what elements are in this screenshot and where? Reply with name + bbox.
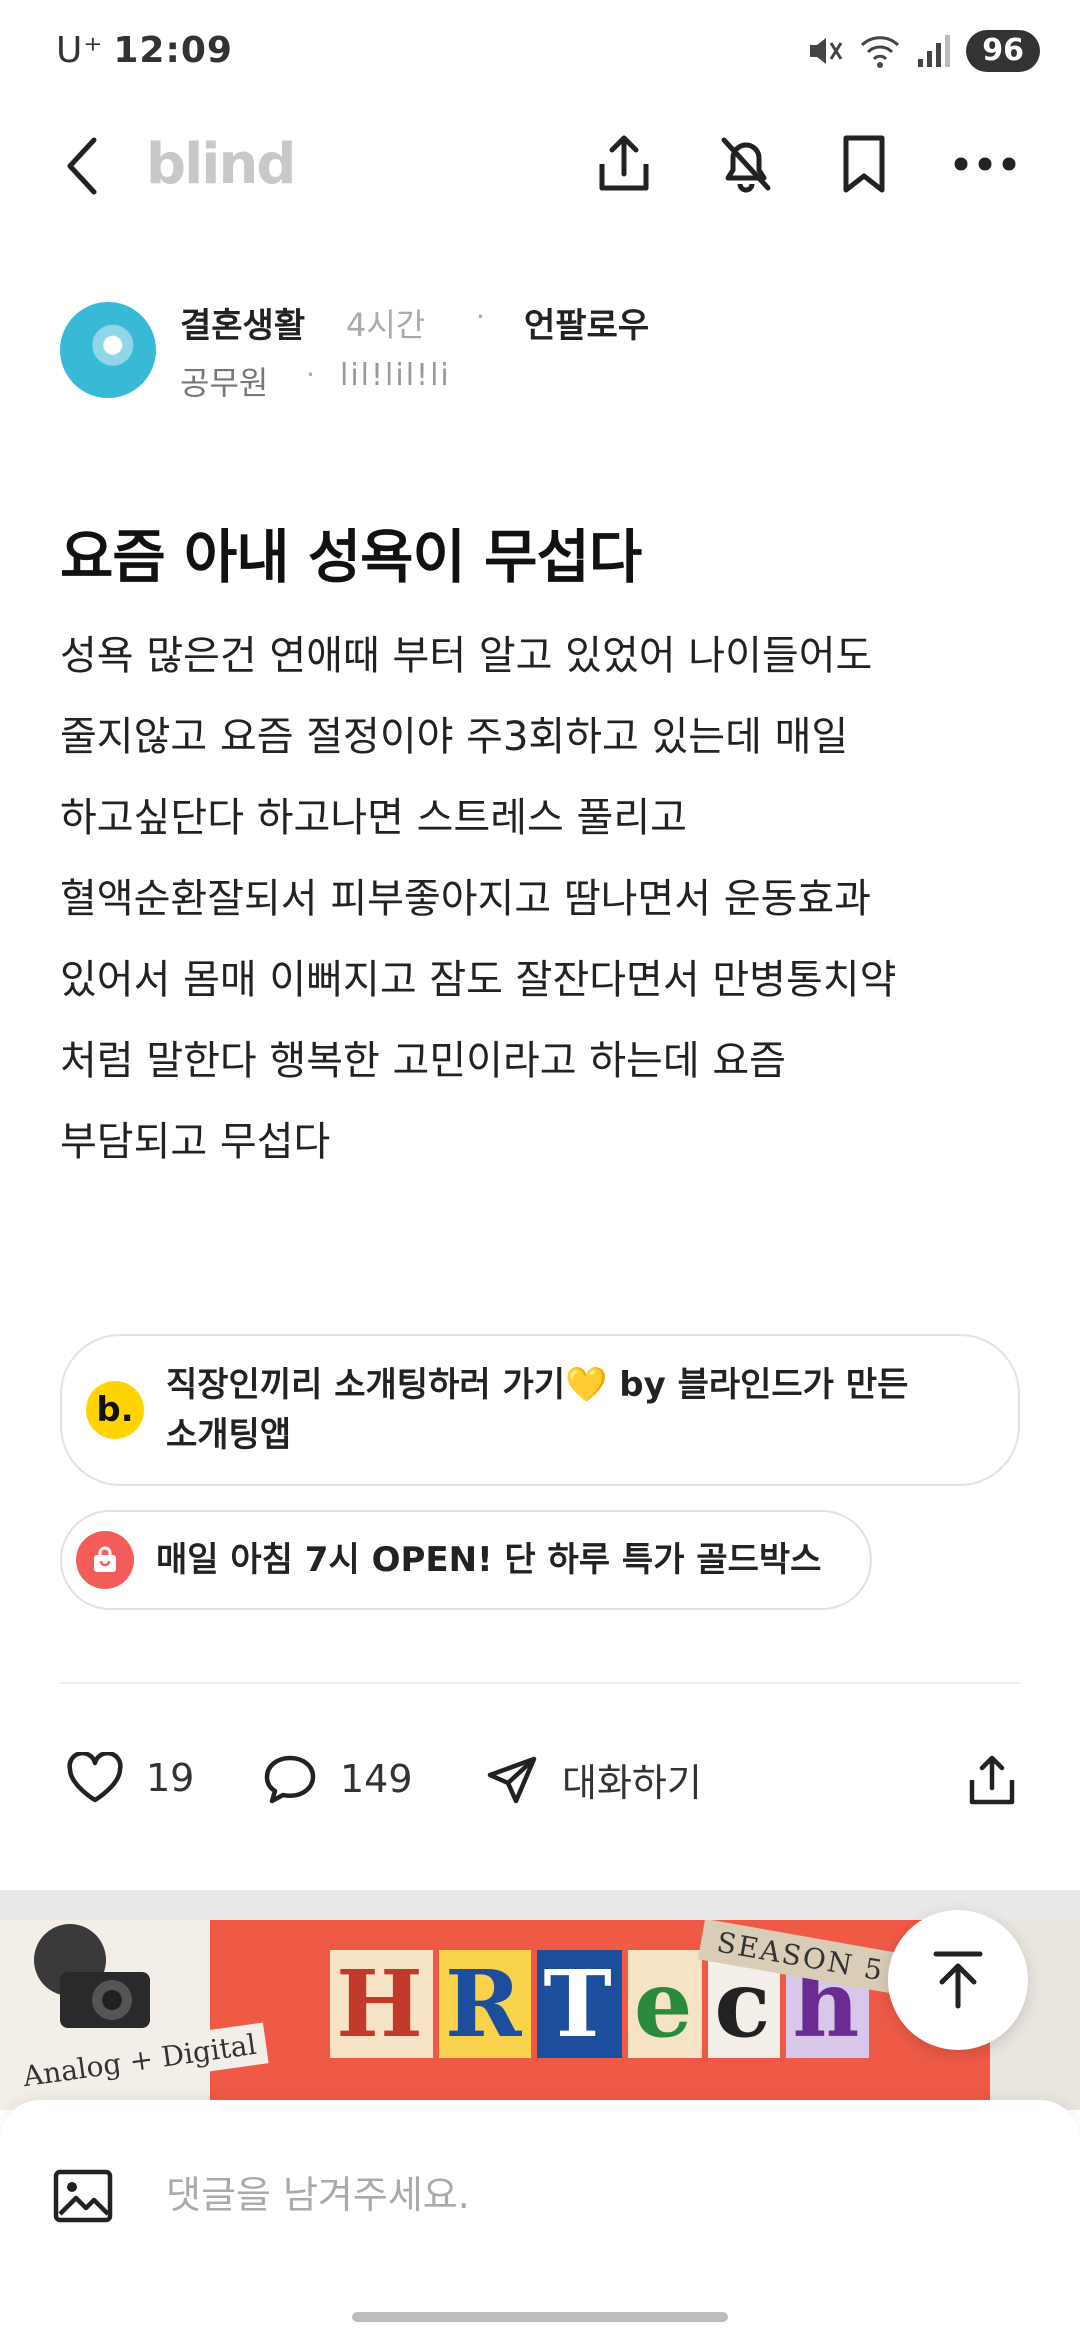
- status-bar-right: 96: [804, 30, 1040, 72]
- separator-dot: ·: [476, 300, 485, 333]
- home-indicator[interactable]: [352, 2312, 728, 2322]
- separator-dot: ·: [306, 358, 315, 391]
- start-chat-label: 대화하기: [562, 1761, 702, 1805]
- status-bar-left: U⁺ 12:09: [56, 30, 233, 71]
- post-body-line: 줄지않고 요즘 절정이야 주3회하고 있는데 매일: [60, 714, 849, 760]
- comment-bubble-icon: [264, 1755, 316, 1804]
- banner-letter: T: [537, 1950, 622, 2058]
- signal-icon: [918, 35, 951, 67]
- banner-letter: H: [330, 1950, 433, 2058]
- post-body-line: 성욕 많은건 연애때 부터 알고 있었어 나이들어도: [60, 633, 873, 679]
- author-nickname: lil!lil!li: [340, 358, 451, 393]
- back-button[interactable]: [60, 134, 104, 202]
- blind-dating-icon-letter: b.: [96, 1390, 134, 1430]
- ad-text-line1-tail: by 블라인드가 만든: [607, 1365, 909, 1405]
- banner-letter: e: [627, 1950, 703, 2058]
- image-icon: [53, 2169, 113, 2223]
- scroll-to-top-button[interactable]: [888, 1910, 1028, 2050]
- post-body-line: 처럼 말한다 행복한 고민이라고 하는데 요즘: [60, 1038, 786, 1084]
- heart-icon: [67, 1752, 123, 1803]
- ad-blind-dating-text: 직장인끼리 소개팅하러 가기💛 by 블라인드가 만든 소개팅앱: [166, 1360, 908, 1460]
- paper-plane-icon: [487, 1756, 537, 1803]
- share-icon: [969, 1755, 1015, 1805]
- chevron-left-icon: [67, 137, 97, 195]
- divider: [60, 1682, 1020, 1684]
- more-button[interactable]: [952, 144, 1018, 188]
- notification-off-button[interactable]: [714, 132, 778, 200]
- section-separator: [0, 1890, 1080, 1920]
- comment-input[interactable]: [164, 2172, 968, 2218]
- post-body-line: 혈액순환잘되서 피부좋아지고 땀나면서 운동효과: [60, 876, 871, 922]
- ad-goldbox-link[interactable]: 매일 아침 7시 OPEN! 단 하루 특가 골드박스: [60, 1510, 872, 1610]
- blind-dating-icon: b.: [86, 1381, 144, 1439]
- share-post-button[interactable]: [964, 1752, 1020, 1812]
- post-body: 성욕 많은건 연애때 부터 알고 있었어 나이들어도 줄지않고 요즘 절정이야 …: [60, 616, 1020, 1183]
- yellow-heart-icon: 💛: [565, 1365, 608, 1405]
- post-body-line: 하고싶단다 하고나면 스트레스 풀리고: [60, 795, 687, 841]
- share-button[interactable]: [592, 132, 656, 200]
- bookmark-icon: [843, 135, 885, 193]
- ad-text-line1: 직장인끼리 소개팅하러 가기: [166, 1365, 566, 1405]
- mute-icon: [810, 38, 843, 64]
- bookmark-button[interactable]: [834, 132, 894, 200]
- post-time: 4시간: [346, 306, 426, 344]
- ad-blind-dating-link[interactable]: b. 직장인끼리 소개팅하러 가기💛 by 블라인드가 만든 소개팅앱: [60, 1334, 1020, 1486]
- arrow-up-to-top-icon: [933, 1951, 983, 2009]
- shopping-bag-icon: [76, 1531, 134, 1589]
- author-company: 공무원: [180, 364, 269, 402]
- comment-composer: [0, 2100, 1080, 2340]
- post-body-line: 부담되고 무섭다: [60, 1119, 331, 1165]
- like-button[interactable]: 19: [66, 1752, 194, 1804]
- comment-count: 149: [340, 1757, 413, 1801]
- bell-off-icon: [721, 137, 771, 193]
- battery-badge: 96: [966, 30, 1040, 72]
- author-avatar[interactable]: [60, 302, 156, 398]
- post-body-line: 있어서 몸매 이뻐지고 잠도 잘잔다면서 만병통치약: [60, 957, 897, 1003]
- ad-text-line2: 소개팅앱: [166, 1415, 292, 1455]
- unfollow-button[interactable]: 언팔로우: [524, 298, 649, 347]
- ad-goldbox-text: 매일 아침 7시 OPEN! 단 하루 특가 골드박스: [156, 1540, 822, 1580]
- app-logo: blind: [146, 132, 296, 197]
- comment-button[interactable]: 149: [262, 1752, 413, 1806]
- author-name[interactable]: 결혼생활: [180, 298, 305, 347]
- post-title: 요즘 아내 성욕이 무섭다: [60, 523, 642, 591]
- share-icon: [599, 135, 649, 191]
- attach-image-button[interactable]: [52, 2168, 114, 2228]
- more-dots-icon: [954, 157, 1016, 171]
- wifi-icon: [861, 36, 900, 68]
- banner-letter: R: [438, 1950, 532, 2058]
- carrier-label: U⁺: [56, 30, 104, 71]
- clock: 12:09: [113, 30, 233, 71]
- like-count: 19: [146, 1756, 195, 1800]
- start-chat-button[interactable]: 대화하기: [484, 1752, 702, 1807]
